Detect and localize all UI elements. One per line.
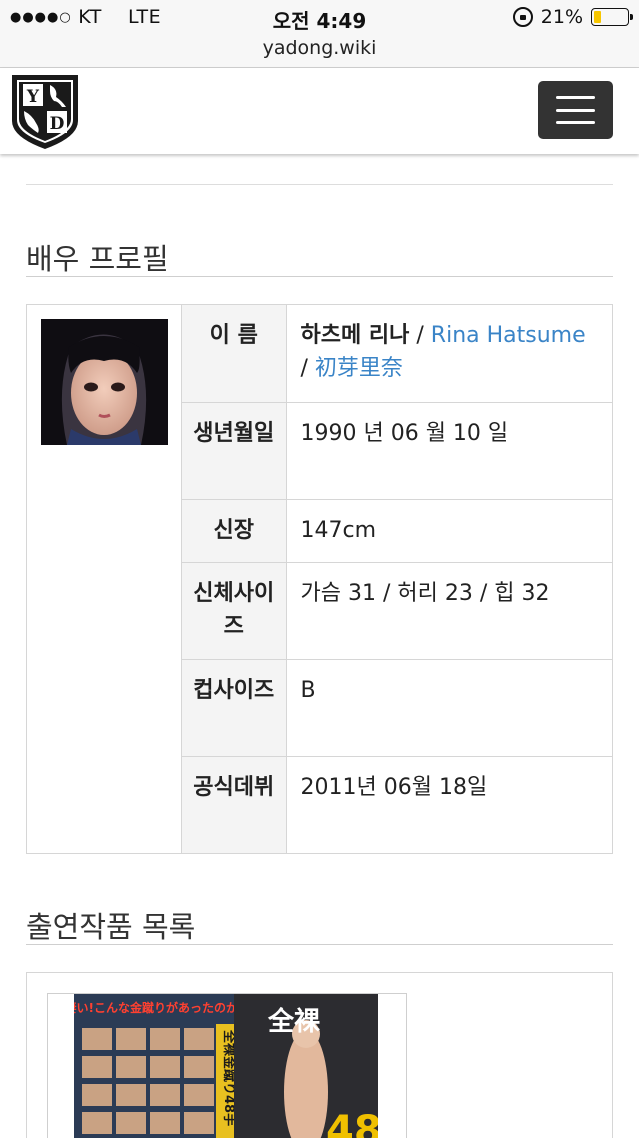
name-korean: 하츠메 리나	[300, 323, 410, 348]
row-value: 2011년 06월 18일	[300, 774, 488, 800]
row-label: 생년월일	[182, 402, 287, 500]
name-japanese-link[interactable]: 初芽里奈	[315, 356, 403, 381]
row-label: 이 름	[182, 305, 287, 403]
row-value: 가슴 31 / 허리 23 / 힙 32	[286, 562, 612, 660]
table-row: 신체사이즈 가슴 31 / 허리 23 / 힙 32	[182, 562, 612, 660]
url-text[interactable]: yadong.wiki	[263, 37, 377, 59]
shield-logo-icon: Y D	[12, 75, 78, 149]
status-bar: ●●●●○ KT LTE 오전 4:49 21%	[0, 0, 639, 34]
divider	[26, 184, 613, 185]
works-section-title: 출연작품 목록	[26, 910, 196, 944]
work-item[interactable]: 全裸金蹴り48手 凄い!こんな金蹴りがあったのか! 全裸 48	[47, 993, 407, 1138]
site-logo[interactable]: Y D	[10, 71, 80, 151]
table-row: 이 름 하츠메 리나 / Rina Hatsume / 初芽里奈	[182, 305, 612, 403]
works-list: 全裸金蹴り48手 凄い!こんな金蹴りがあったのか! 全裸 48	[26, 972, 613, 1138]
photo-cell	[27, 305, 182, 853]
row-label: 공식데뷔	[182, 756, 287, 853]
site-header: Y D	[0, 68, 639, 154]
battery-level	[594, 11, 601, 23]
name-value: 하츠메 리나 / Rina Hatsume / 初芽里奈	[286, 305, 612, 403]
work-cover-image[interactable]: 全裸金蹴り48手 凄い!こんな金蹴りがあったのか! 全裸 48	[74, 994, 378, 1138]
table-row: 공식데뷔 2011년 06월 18일	[182, 756, 612, 853]
svg-text:凄い!こんな金蹴りがあったのか!: 凄い!こんな金蹴りがあったのか!	[74, 1000, 243, 1015]
row-value: 147cm	[286, 499, 612, 563]
row-value: B	[286, 659, 612, 757]
divider	[26, 276, 613, 277]
actor-photo	[41, 319, 168, 445]
row-label: 컵사이즈	[182, 659, 287, 757]
table-row: 신장 147cm	[182, 499, 612, 563]
row-label: 신장	[182, 499, 287, 563]
table-row: 컵사이즈 B	[182, 659, 612, 757]
status-right: 21%	[512, 6, 633, 28]
menu-toggle-button[interactable]	[538, 81, 613, 139]
svg-text:48: 48	[326, 1108, 378, 1138]
svg-text:Y: Y	[26, 87, 40, 107]
row-label: 신체사이즈	[182, 562, 287, 660]
rotation-lock-icon	[512, 7, 533, 27]
battery-icon	[591, 8, 633, 26]
address-bar[interactable]: yadong.wiki	[0, 34, 639, 68]
svg-text:全裸: 全裸	[267, 1006, 320, 1037]
divider	[26, 944, 613, 945]
row-value: 1990 년 06 월 10 일	[286, 402, 612, 500]
name-english-link[interactable]: Rina Hatsume	[431, 323, 586, 348]
battery-percent: 21%	[540, 6, 583, 28]
svg-text:D: D	[50, 114, 65, 134]
profile-info-table: 이 름 하츠메 리나 / Rina Hatsume / 初芽里奈 생년월일 19…	[182, 305, 612, 853]
profile-table: 이 름 하츠메 리나 / Rina Hatsume / 初芽里奈 생년월일 19…	[26, 304, 613, 854]
table-row: 생년월일 1990 년 06 월 10 일	[182, 402, 612, 500]
hamburger-icon	[556, 96, 595, 99]
profile-section-title: 배우 프로필	[26, 242, 169, 276]
